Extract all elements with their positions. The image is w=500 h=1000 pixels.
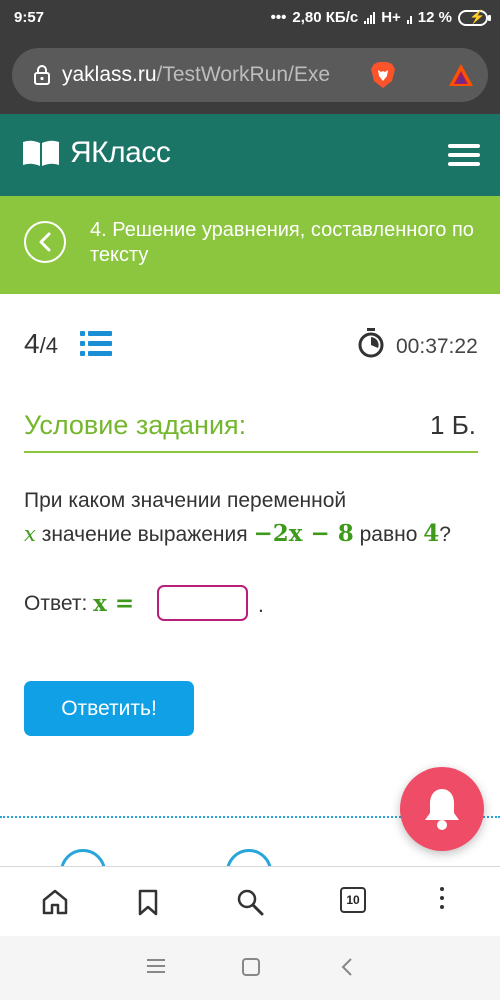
brave-lion-icon[interactable] — [370, 61, 396, 89]
progress-total: /4 — [39, 333, 58, 358]
back-arrow-icon[interactable] — [340, 958, 354, 976]
answer-row: Ответ: x = — [24, 590, 134, 617]
stopwatch-icon — [358, 328, 384, 358]
home-icon[interactable] — [40, 887, 70, 917]
question-end: ? — [439, 523, 451, 546]
url-text[interactable]: yaklass.ru/TestWorkRun/Exe — [62, 63, 330, 87]
lesson-title: 4. Решение уравнения, составленного по т… — [90, 219, 474, 266]
task-timer: 00:37:22 — [396, 335, 478, 358]
task-points: 1 Б. — [430, 410, 476, 440]
question-expr: −2x − 8 — [253, 520, 354, 547]
status-time: 9:57 — [14, 9, 45, 26]
network-speed: 2,80 КБ/с — [292, 9, 359, 26]
answer-expr: x = — [93, 590, 135, 617]
bookmark-icon[interactable] — [133, 887, 163, 917]
question-part2: значение выражения — [41, 523, 248, 546]
bat-rewards-icon[interactable] — [448, 63, 474, 87]
home-square-icon[interactable] — [242, 958, 260, 976]
answer-input[interactable] — [157, 585, 248, 621]
browser-toolbar: yaklass.ru/TestWorkRun/Exe — [0, 36, 500, 114]
progress-current: 4 — [24, 328, 40, 359]
site-header: ЯКласс — [0, 114, 500, 196]
condition-title: Условие задания: — [24, 410, 247, 440]
bell-icon — [425, 789, 459, 830]
back-button[interactable] — [24, 221, 66, 263]
status-bar: 9:57 ••• 2,80 КБ/с H+ 12 % ⚡ — [0, 0, 500, 36]
battery-percent: 12 % — [417, 9, 452, 26]
lock-icon — [34, 65, 50, 85]
hamburger-menu-icon[interactable] — [448, 144, 480, 166]
android-nav-bar — [0, 936, 500, 1000]
answer-suffix: . — [258, 594, 264, 617]
chevron-left-icon — [39, 232, 51, 252]
task-list-icon[interactable] — [80, 330, 112, 358]
submit-button[interactable]: Ответить! — [24, 681, 194, 736]
task-progress: 4/4 — [24, 328, 58, 360]
question-value: 4 — [423, 520, 440, 547]
search-icon[interactable] — [235, 887, 265, 917]
signal-icon — [364, 11, 376, 24]
browser-bottom-nav: 10 — [0, 866, 500, 936]
lesson-title-bar: 4. Решение уравнения, составленного по т… — [0, 196, 500, 294]
notification-bell-button[interactable] — [400, 767, 484, 851]
condition-divider — [24, 451, 478, 453]
question-part3: равно — [359, 523, 418, 546]
tabs-icon[interactable]: 10 — [340, 887, 366, 913]
book-logo-icon — [23, 140, 59, 166]
battery-charging-icon: ⚡ — [458, 9, 491, 26]
question-part1: При каком значении переменной — [24, 489, 347, 512]
signal-icon-2 — [406, 12, 412, 24]
dots-icon: ••• — [270, 9, 287, 26]
status-indicators: ••• 2,80 КБ/с H+ 12 % ⚡ — [270, 9, 491, 26]
answer-label: Ответ: — [24, 591, 88, 615]
question-var: x — [24, 522, 36, 546]
url-domain: yaklass.ru — [62, 63, 157, 86]
more-icon[interactable] — [438, 887, 446, 915]
address-bar[interactable]: yaklass.ru/TestWorkRun/Exe — [12, 48, 488, 102]
network-type: H+ — [381, 9, 401, 26]
site-logo[interactable]: ЯКласс — [22, 136, 171, 170]
question-text: При каком значении переменной x значение… — [24, 484, 486, 551]
logo-text: ЯКласс — [70, 136, 171, 169]
url-path: /TestWorkRun/Exe — [156, 63, 331, 86]
recents-menu-icon[interactable] — [147, 958, 165, 974]
